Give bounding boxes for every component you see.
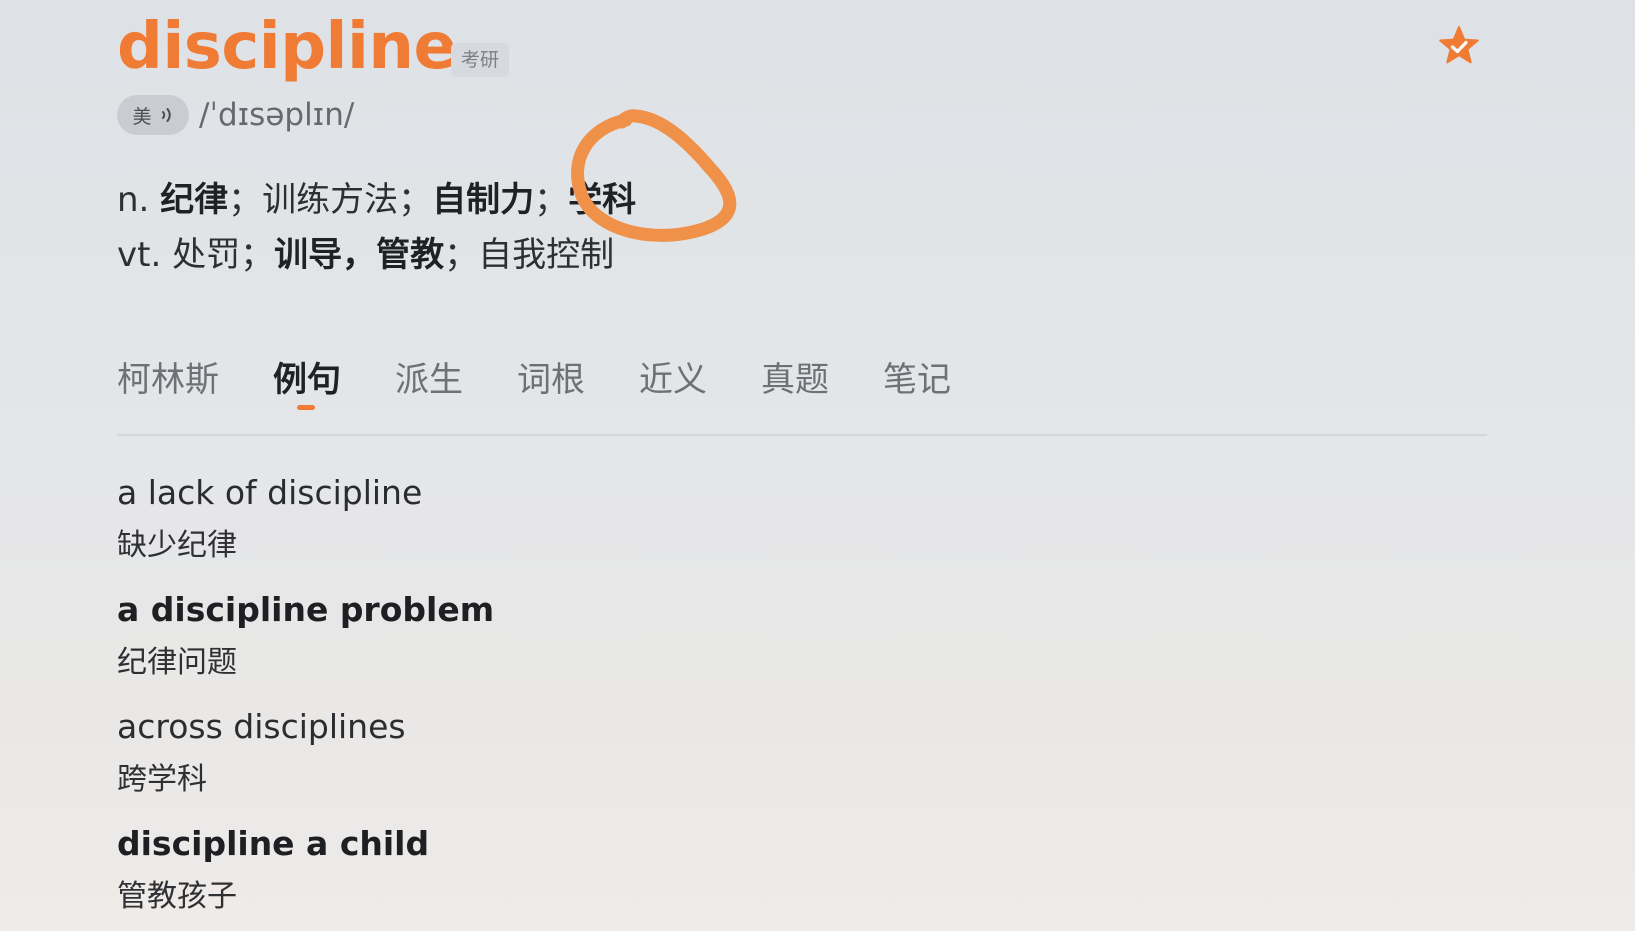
tab-examples[interactable]: 例句 [273,352,341,408]
example-chinese: 纪律问题 [117,645,237,680]
example-item: across disciplines 跨学科 [117,702,406,808]
example-item: discipline a child 管教孩子 [117,819,429,925]
example-chinese: 缺少纪律 [117,528,237,563]
definition-text-part: 训导，管教 [274,235,445,275]
example-chinese: 管教孩子 [117,879,237,914]
example-english: across disciplines [117,707,406,746]
example-item: a discipline problem 纪律问题 [117,585,494,691]
dictionary-entry-page: discipline 考研 美 /ˈdɪsəplɪn/ n. 纪律；训练方法；自… [0,0,1635,931]
active-tab-indicator [297,405,315,410]
definition-text-part: ；自我控制 [444,235,615,275]
example-english: a lack of discipline [117,473,423,512]
favorite-star-icon[interactable] [1437,24,1481,68]
speaker-icon [161,108,171,122]
example-chinese: 跨学科 [117,762,207,797]
example-item: a lack of discipline 缺少纪律 [117,468,422,574]
tab-derivatives[interactable]: 派生 [395,352,463,408]
pronunciation-button-us[interactable]: 美 [117,95,189,135]
definition-text-part: 学科 [568,180,637,220]
example-english: discipline a child [117,824,430,863]
definition-text-part: ；训练方法； [228,180,433,220]
part-of-speech: vt. [117,235,162,275]
definition-text-part: 处罚； [172,235,275,275]
exam-tag-badge: 考研 [451,43,510,77]
definition-noun: n. 纪律；训练方法；自制力；学科 [117,176,636,224]
tab-collins[interactable]: 柯林斯 [117,352,219,408]
tab-divider [117,434,1487,436]
tab-notes[interactable]: 笔记 [883,352,951,408]
tab-exam-questions[interactable]: 真题 [761,352,829,408]
definition-text-part: ； [534,180,569,220]
definition-text-part: 自制力 [432,180,535,220]
pronunciation-region-label: 美 [132,105,152,128]
part-of-speech: n. [117,180,150,220]
definition-verb: vt. 处罚；训导，管教；自我控制 [117,231,614,279]
tab-roots[interactable]: 词根 [517,352,585,408]
tab-synonyms[interactable]: 近义 [639,352,707,408]
definition-text-part: 纪律 [160,180,229,220]
headword: discipline [117,10,457,84]
phonetic-transcription: /ˈdɪsəplɪn/ [199,97,355,133]
example-english: a discipline problem [117,590,495,629]
